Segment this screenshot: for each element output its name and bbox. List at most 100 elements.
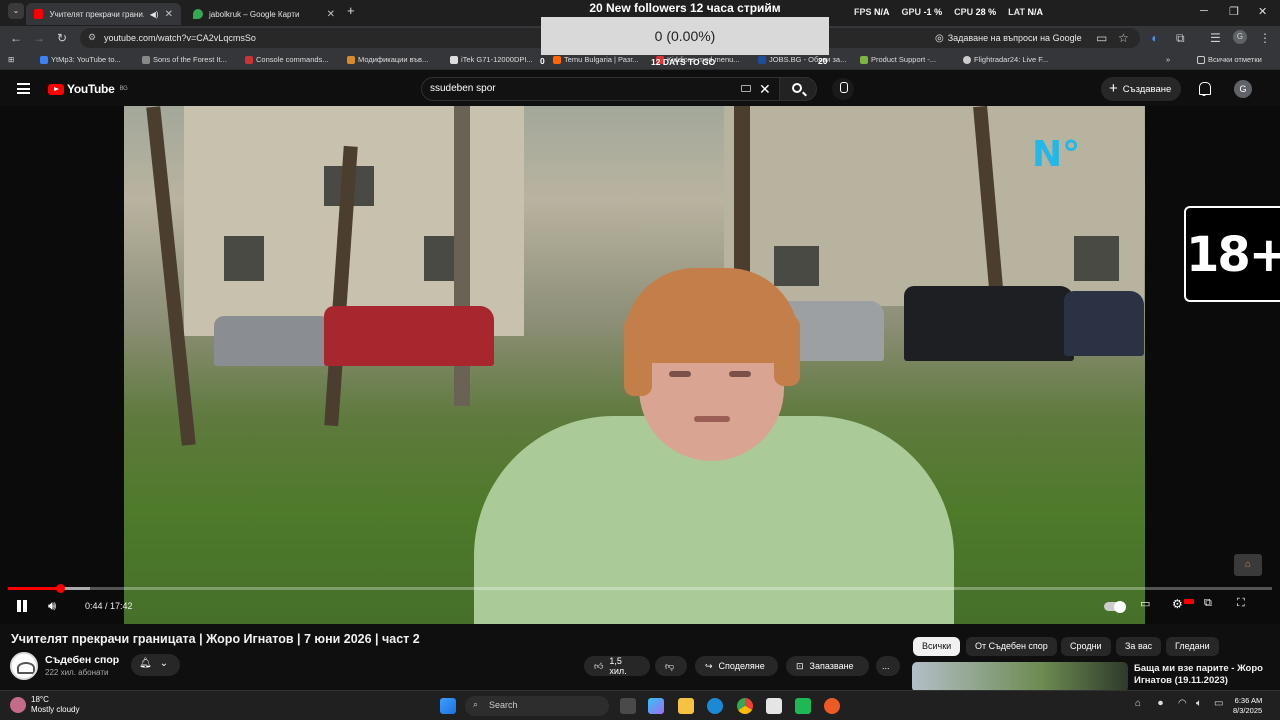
forward-icon[interactable]: → [33,31,45,45]
tab-maps[interactable]: jabolkruk – Google Карти ✕ [185,3,343,25]
close-tab-icon[interactable]: ✕ [327,9,335,20]
eye [729,371,751,377]
subtitles-icon[interactable]: ▭ [1140,597,1150,610]
recommended-title[interactable]: Баща ми взе парите - Жоро Игнатов (19.11… [1134,663,1274,687]
network-icon[interactable]: ⌂ [1135,698,1151,714]
youtube-logo[interactable]: YouTube BG [48,82,128,96]
recommended-thumbnail[interactable] [912,662,1128,692]
profile-avatar[interactable]: G [1233,30,1247,44]
bookmark-item[interactable]: Product Support -... [860,55,936,64]
reading-list-icon[interactable]: ☰ [1210,31,1221,45]
app-icon[interactable] [824,698,840,714]
minimize-icon[interactable]: ─ [1200,5,1208,17]
time-display: 0:44 / 17:42 [85,601,133,611]
maps-favicon-icon [193,9,203,19]
parked-car [324,306,494,366]
reload-icon[interactable]: ↻ [57,31,67,45]
goal-end: 20 [818,56,828,66]
performance-hud: FPS N/A GPU -1 % CPU 28 % LAT N/A [854,7,1043,17]
chip-for-you[interactable]: За вас [1116,637,1162,656]
voice-search-button[interactable] [832,78,854,100]
hud-cpu: CPU 28 % [954,7,996,17]
mic-icon[interactable]: ⏺ [1158,698,1174,714]
search-button[interactable] [779,77,817,101]
scrubber-handle[interactable] [55,584,65,593]
keyboard-icon[interactable] [741,85,751,92]
share-button[interactable]: ↪ Споделяне [695,656,778,676]
notifications-bell-icon[interactable] [1197,81,1211,97]
video-frame[interactable]: N° [124,106,1145,624]
chip-related[interactable]: Сродни [1061,637,1111,656]
bookmarks-overflow-button[interactable]: » [1166,55,1170,64]
search-input[interactable]: ssudeben spor [421,77,779,101]
window [224,236,264,281]
video-player[interactable]: N° 18+ ⌂ 🔊︎ 0:44 / 17:42 ▭ ⚙ ⧉ ⛶ [0,106,1280,624]
cast-icon[interactable]: ▭ [1096,31,1107,45]
bookmark-label: Console commands... [256,55,329,64]
wifi-icon[interactable]: ◠ [1178,698,1194,714]
start-windows-icon[interactable] [440,698,456,714]
like-button[interactable]: 👍︎ 1,5 хил. [584,656,650,676]
battery-icon[interactable]: ▭ [1214,698,1230,714]
tab-search-icon[interactable]: ⌄ [8,3,24,19]
chip-from-channel[interactable]: От Съдебен спор [966,637,1057,656]
channel-name[interactable]: Съдебен спор [45,654,119,666]
weather-widget[interactable]: 18°C Mostly cloudy [10,695,79,715]
all-bookmarks-button[interactable]: Всички отметки [1197,55,1262,64]
tab-audio-icon[interactable]: ◀) [150,10,159,19]
back-icon[interactable]: ← [10,31,22,45]
folder-icon [1197,55,1205,64]
close-window-icon[interactable]: ✕ [1258,5,1267,18]
more-actions-button[interactable]: ... [876,656,900,676]
file-explorer-icon[interactable] [678,698,694,714]
site-info-icon[interactable]: ⚙ [88,32,96,43]
ask-google-button[interactable]: ◎ Задаване на въпроси на Google [935,30,1082,46]
new-tab-icon[interactable]: + [347,3,355,18]
bookmark-star-icon[interactable]: ☆ [1118,31,1129,45]
region-code: BG [119,86,128,92]
settings-gear-icon[interactable]: ⚙ [1172,597,1183,611]
share-icon: ↪ [705,660,713,671]
channel-avatar[interactable] [10,652,38,680]
bookmark-label: YtMp3: YouTube to... [51,55,121,64]
apps-grid-icon[interactable]: ⊞ [8,55,14,64]
edge-icon[interactable] [707,698,723,714]
chip-watched[interactable]: Гледани [1166,637,1219,656]
extension-icon[interactable]: ◖ [1150,31,1157,45]
channel-branding-icon[interactable]: ⌂ [1234,554,1262,576]
restore-icon[interactable]: ❐ [1229,5,1239,18]
speaker-icon[interactable]: 🔈︎ [1196,698,1212,714]
taskbar-search[interactable]: ⌕ Search [465,696,609,716]
subscribed-button[interactable]: 🔔︎ ⌄ [131,654,180,676]
bookmark-item[interactable]: Flightradar24: Live F... [963,55,1048,64]
create-button[interactable]: + Създаване [1101,77,1182,101]
browser-menu-icon[interactable]: ⋮ [1259,31,1271,45]
bookmark-item[interactable]: Console commands... [245,55,329,64]
close-tab-icon[interactable]: ✕ [165,9,173,20]
store-icon[interactable] [766,698,782,714]
autoplay-toggle[interactable] [1104,600,1126,613]
bookmark-item[interactable]: Sons of the Forest It... [142,55,227,64]
volume-icon[interactable]: 🔊︎ [48,598,56,614]
bookmark-item[interactable]: iTek G71-12000DPI... [450,55,533,64]
copilot-icon[interactable] [648,698,664,714]
system-clock[interactable]: 6:36 AM 8/3/2025 [1233,696,1262,716]
bookmark-item[interactable]: YtMp3: YouTube to... [40,55,121,64]
bookmark-item[interactable]: Модификации във... [347,55,428,64]
miniplayer-icon[interactable]: ⧉ [1204,597,1212,610]
account-avatar[interactable]: G [1234,80,1252,98]
dislike-button[interactable]: 👎︎ [655,656,687,676]
save-button[interactable]: ⊡ Запазване [786,656,869,676]
fullscreen-icon[interactable]: ⛶ [1237,597,1245,610]
pause-icon[interactable] [16,600,27,612]
app-icon[interactable] [795,698,811,714]
progress-bar[interactable] [8,584,1272,593]
extensions-puzzle-icon[interactable]: ⧉ [1176,31,1185,46]
clear-search-icon[interactable]: ✕ [759,81,771,98]
chip-all[interactable]: Всички [913,637,961,656]
task-view-icon[interactable] [620,698,636,714]
tab-youtube[interactable]: Учителят прекрачи грани... ◀) ✕ [26,3,181,25]
hamburger-menu-icon[interactable] [17,83,30,94]
more-label: ... [882,661,890,671]
chrome-icon[interactable] [737,698,753,714]
